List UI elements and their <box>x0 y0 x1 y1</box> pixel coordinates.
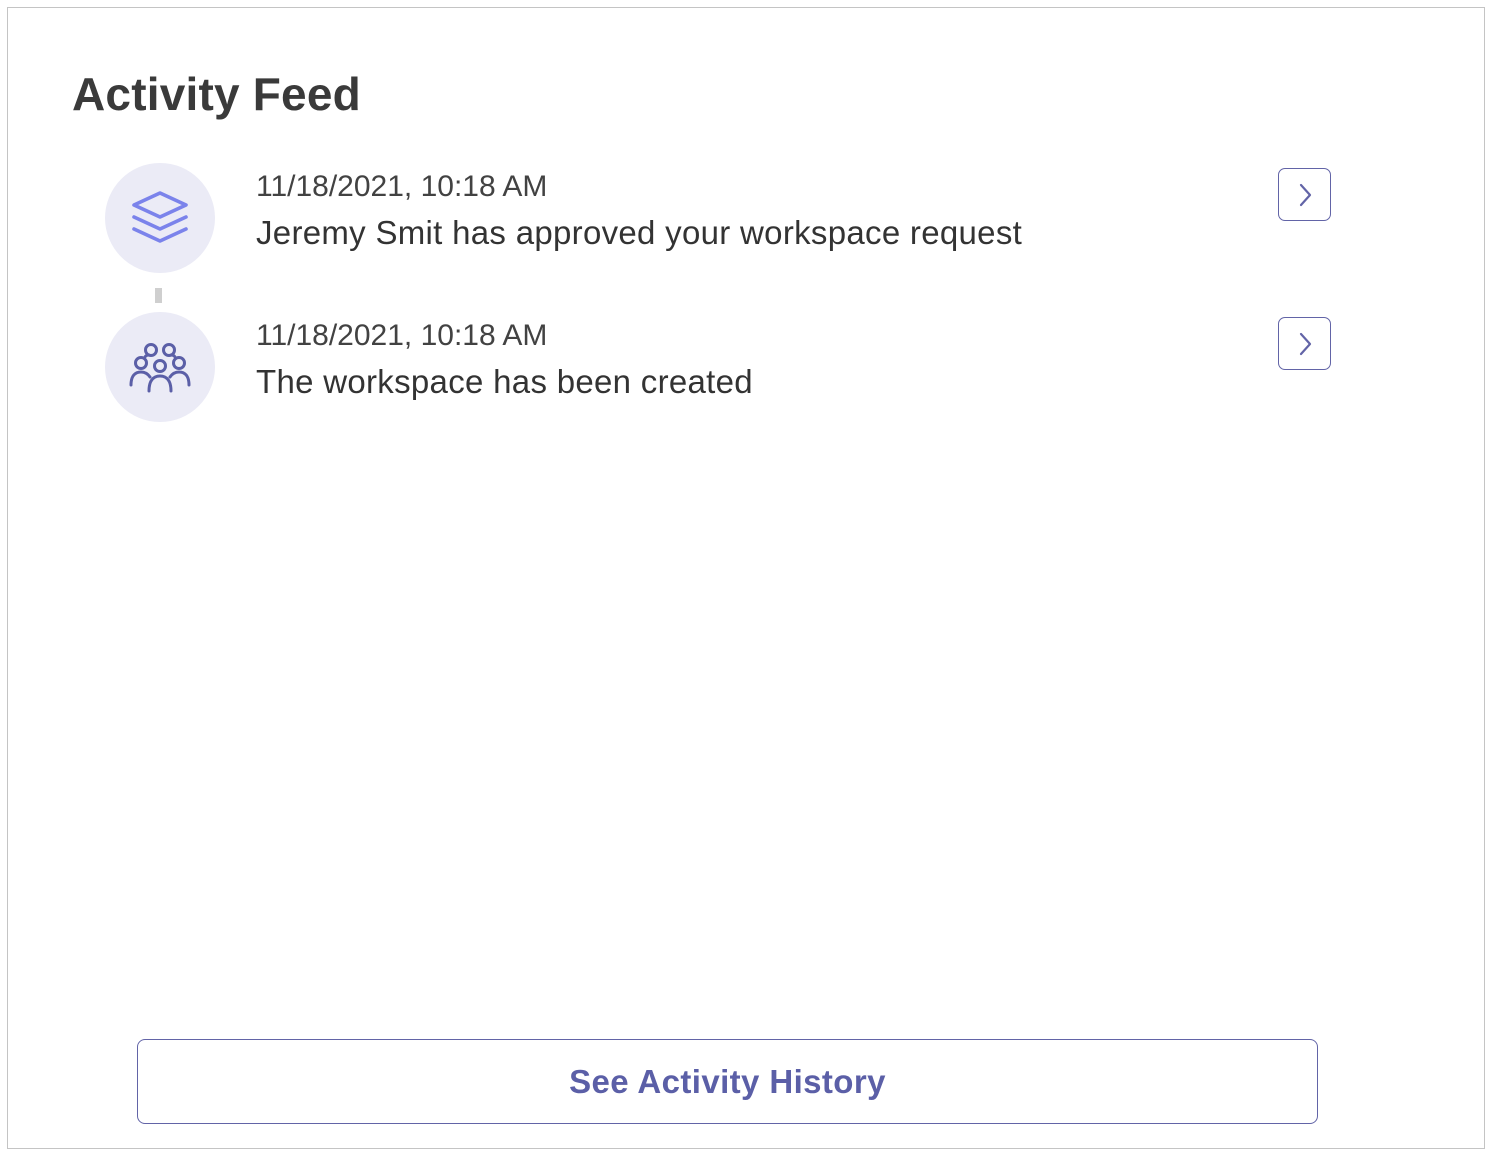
see-activity-history-button[interactable]: See Activity History <box>137 1039 1318 1124</box>
activity-item: 11/18/2021, 10:18 AM The workspace has b… <box>8 312 1484 424</box>
activity-item-avatar <box>105 163 215 273</box>
activity-timestamp: 11/18/2021, 10:18 AM <box>256 170 548 203</box>
people-group-icon <box>129 343 191 393</box>
activity-timestamp: 11/18/2021, 10:18 AM <box>256 319 548 352</box>
page-title: Activity Feed <box>72 68 361 120</box>
open-activity-button[interactable] <box>1278 317 1331 370</box>
activity-message: Jeremy Smit has approved your workspace … <box>256 214 1023 251</box>
chevron-right-icon <box>1299 332 1311 355</box>
chevron-right-icon <box>1299 183 1311 206</box>
open-activity-button[interactable] <box>1278 168 1331 221</box>
activity-item: 11/18/2021, 10:18 AM Jeremy Smit has app… <box>8 163 1484 275</box>
timeline-connector <box>155 288 162 303</box>
activity-message: The workspace has been created <box>256 363 753 400</box>
layers-icon <box>132 191 188 243</box>
activity-item-avatar <box>105 312 215 422</box>
activity-feed-card: Activity Feed 11/18/2021, 10:18 AM Jerem… <box>7 7 1485 1149</box>
